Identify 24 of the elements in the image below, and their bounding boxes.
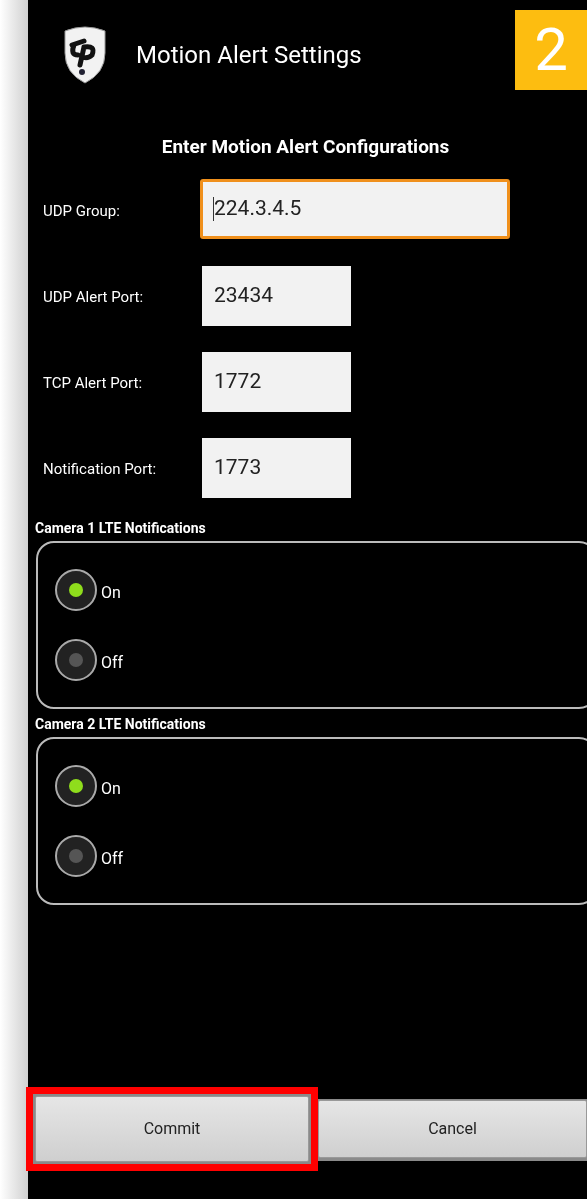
input-field[interactable]: 224.3.4.5 bbox=[200, 178, 510, 239]
radio-option[interactable]: On bbox=[55, 568, 587, 611]
group-label: Camera 2 LTE Notifications bbox=[34, 714, 207, 734]
step-badge: 2 bbox=[515, 10, 587, 90]
field-label: Notification Port: bbox=[43, 459, 158, 481]
field-label: TCP Alert Port: bbox=[43, 373, 144, 395]
dialog-button[interactable]: Commit bbox=[35, 1096, 309, 1162]
input-field[interactable]: 23434 bbox=[202, 265, 351, 326]
dialog-button[interactable]: Cancel bbox=[318, 1100, 587, 1158]
group-label: Camera 1 LTE Notifications bbox=[34, 518, 207, 538]
radio-option[interactable]: Off bbox=[55, 834, 587, 877]
radio-button[interactable] bbox=[55, 764, 97, 807]
input-field[interactable]: 1772 bbox=[202, 351, 351, 412]
radio-option[interactable]: Off bbox=[55, 638, 587, 681]
input-field[interactable]: 1773 bbox=[202, 437, 351, 498]
shield-logo-icon bbox=[62, 24, 108, 85]
form-heading: Enter Motion Alert Configurations bbox=[160, 134, 451, 160]
radio-button[interactable] bbox=[55, 638, 97, 681]
radio-option[interactable]: On bbox=[55, 764, 587, 807]
field-label: UDP Group: bbox=[43, 201, 121, 223]
field-label: UDP Alert Port: bbox=[43, 287, 145, 309]
radio-button[interactable] bbox=[55, 834, 97, 877]
radio-button[interactable] bbox=[55, 568, 97, 611]
dialog-title: Motion Alert Settings bbox=[136, 39, 362, 71]
